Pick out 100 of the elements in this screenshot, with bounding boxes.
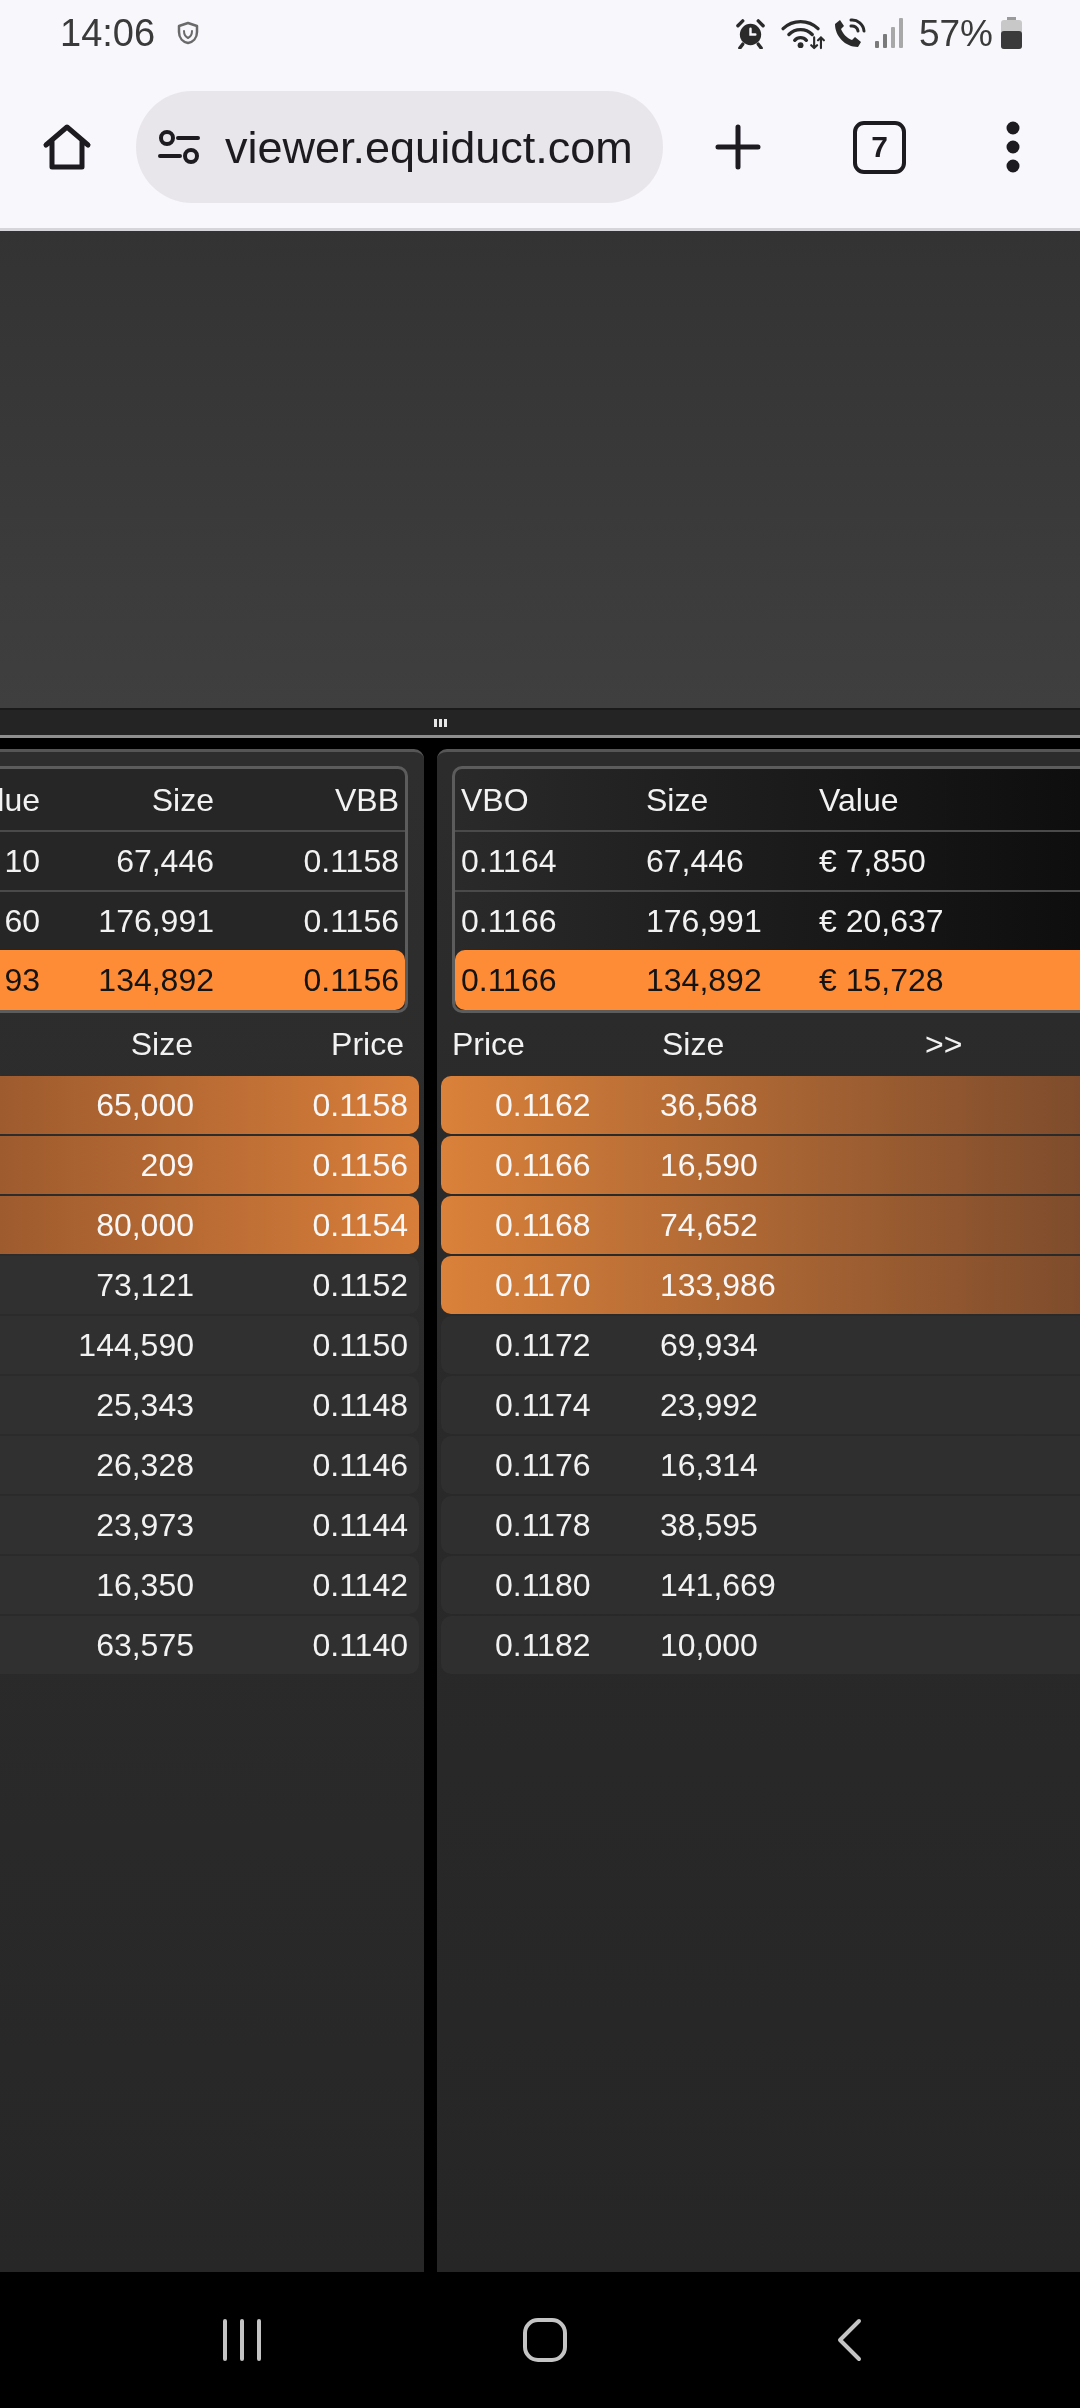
table-cell: 38,595 xyxy=(660,1507,758,1543)
table-cell: 63,575 xyxy=(96,1629,194,1661)
table-cell: 0.1174 xyxy=(495,1387,591,1423)
table-cell: 73,121 xyxy=(96,1269,194,1301)
column-header: VBB xyxy=(334,783,399,816)
table-cell: 0.1166 xyxy=(461,962,557,998)
table-cell: 0.1152 xyxy=(312,1269,408,1301)
table-cell: 0.1156 xyxy=(303,964,399,996)
table-cell: 0.1144 xyxy=(312,1509,408,1541)
table-cell: € 7,850 xyxy=(819,843,926,879)
sliders-icon[interactable] xyxy=(158,130,200,164)
table-cell: 80,000 xyxy=(96,1209,194,1241)
table-cell: 65,000 xyxy=(96,1089,194,1121)
table-cell: 69,934 xyxy=(660,1327,758,1363)
bid-row[interactable]: 16,350 0.1142 xyxy=(0,1556,419,1614)
back-icon[interactable] xyxy=(836,2318,862,2362)
table-cell: 23,992 xyxy=(660,1387,758,1423)
offer-row[interactable]: 0.1178 38,595 xyxy=(441,1496,1080,1554)
column-header: Size xyxy=(662,1026,725,1062)
address-bar[interactable]: viewer.equiduct.com xyxy=(136,91,663,203)
home-icon[interactable] xyxy=(522,2317,568,2363)
home-icon[interactable] xyxy=(42,122,92,172)
table-cell: 176,991 xyxy=(98,905,214,937)
table-cell: 67,446 xyxy=(646,843,744,879)
offer-row[interactable]: 0.1180 141,669 xyxy=(441,1556,1080,1614)
plus-icon[interactable] xyxy=(715,124,761,170)
bid-row[interactable]: 65,000 0.1158 xyxy=(0,1076,419,1134)
offer-row[interactable]: 0.1166 16,590 xyxy=(441,1136,1080,1194)
table-cell: 10,000 xyxy=(660,1627,758,1663)
url-text: viewer.equiduct.com xyxy=(225,124,633,170)
table-cell: 0.1166 xyxy=(461,903,557,939)
bid-row[interactable]: 23,973 0.1144 xyxy=(0,1496,419,1554)
table-cell: 0.1156 xyxy=(303,905,399,937)
shield-icon xyxy=(177,21,200,45)
battery-icon xyxy=(1001,17,1022,49)
column-header: lue xyxy=(0,783,40,816)
table-cell: 176,991 xyxy=(646,903,762,939)
offer-row[interactable]: 0.1168 74,652 xyxy=(441,1196,1080,1254)
table-cell: 0.1158 xyxy=(312,1089,408,1121)
more-columns-button[interactable]: >> xyxy=(925,1028,963,1060)
bid-row[interactable]: 209 0.1156 xyxy=(0,1136,419,1194)
column-header: VBO xyxy=(461,781,529,818)
table-cell: 0.1178 xyxy=(495,1507,591,1543)
tab-switcher-button[interactable]: 7 xyxy=(853,120,906,174)
table-cell: 0.1172 xyxy=(495,1327,591,1363)
table-cell: 36,568 xyxy=(660,1087,758,1123)
table-cell: 0.1168 xyxy=(495,1207,591,1243)
table-cell: 60 xyxy=(4,905,40,937)
table-cell: 0.1162 xyxy=(495,1087,591,1123)
battery-percentage: 57% xyxy=(918,14,993,52)
table-cell: 144,590 xyxy=(78,1329,194,1361)
offer-row[interactable]: 0.1176 16,314 xyxy=(441,1436,1080,1494)
signal-icon xyxy=(874,18,904,48)
clock-time: 14:06 xyxy=(60,14,156,52)
table-cell: € 20,637 xyxy=(819,903,944,939)
table-cell: 0.1166 xyxy=(495,1147,591,1183)
column-header: Value xyxy=(819,781,899,818)
table-cell: 134,892 xyxy=(98,964,214,996)
recents-icon[interactable] xyxy=(222,2318,262,2362)
bid-row[interactable]: 26,328 0.1146 xyxy=(0,1436,419,1494)
table-cell: 23,973 xyxy=(96,1509,194,1541)
column-header: Price xyxy=(452,1026,525,1062)
table-cell: 209 xyxy=(140,1149,194,1181)
table-cell: 133,986 xyxy=(660,1267,776,1303)
offer-row[interactable]: 0.1162 36,568 xyxy=(441,1076,1080,1134)
table-cell: 16,350 xyxy=(96,1569,194,1601)
table-cell: 16,590 xyxy=(660,1147,758,1183)
offer-row[interactable]: 0.1170 133,986 xyxy=(441,1256,1080,1314)
table-cell: 0.1150 xyxy=(312,1329,408,1361)
bid-row[interactable]: 25,343 0.1148 xyxy=(0,1376,419,1434)
table-cell: 16,314 xyxy=(660,1447,758,1483)
table-cell: 0.1146 xyxy=(312,1449,408,1481)
table-cell: 93 xyxy=(4,964,40,996)
table-cell: 0.1170 xyxy=(495,1267,591,1303)
table-cell: 0.1154 xyxy=(312,1209,408,1241)
table-cell: 0.1148 xyxy=(312,1389,408,1421)
offer-row[interactable]: 0.1172 69,934 xyxy=(441,1316,1080,1374)
bid-row[interactable]: 80,000 0.1154 xyxy=(0,1196,419,1254)
menu-icon[interactable] xyxy=(1006,121,1020,173)
table-cell: 0.1142 xyxy=(312,1569,408,1601)
offer-row[interactable]: 0.1182 10,000 xyxy=(441,1616,1080,1674)
bid-row[interactable]: 63,575 0.1140 xyxy=(0,1616,419,1674)
grip-handle-icon[interactable] xyxy=(434,718,447,727)
column-header: Size xyxy=(151,783,214,816)
table-cell: 25,343 xyxy=(96,1389,194,1421)
column-header: Price xyxy=(331,1028,404,1060)
table-cell: 0.1158 xyxy=(303,845,399,877)
alarm-clock-icon xyxy=(734,17,766,49)
table-cell: 134,892 xyxy=(646,962,762,998)
table-cell: 74,652 xyxy=(660,1207,758,1243)
table-cell: 67,446 xyxy=(116,845,214,877)
table-cell: 0.1176 xyxy=(495,1447,591,1483)
table-cell: 0.1164 xyxy=(461,843,557,879)
offer-row[interactable]: 0.1174 23,992 xyxy=(441,1376,1080,1434)
bid-row[interactable]: 73,121 0.1152 xyxy=(0,1256,419,1314)
table-cell: 10 xyxy=(4,845,40,877)
table-cell: 0.1180 xyxy=(495,1567,591,1603)
column-header: Size xyxy=(646,781,709,818)
table-cell: € 15,728 xyxy=(819,962,944,998)
bid-row[interactable]: 144,590 0.1150 xyxy=(0,1316,419,1374)
